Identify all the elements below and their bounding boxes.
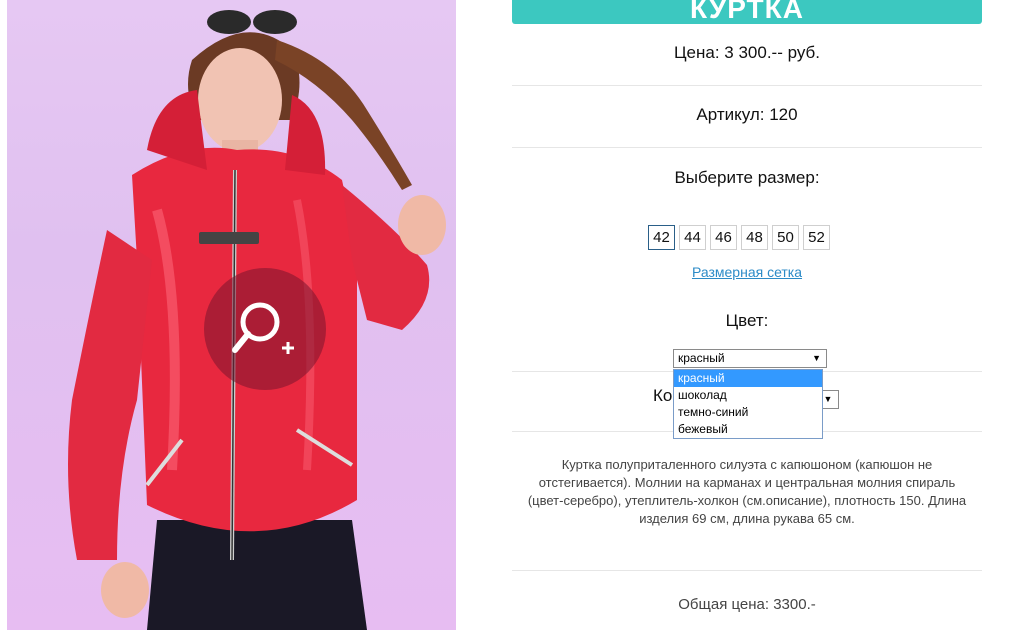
size-option-50[interactable]: 50 bbox=[772, 225, 799, 250]
size-option-52[interactable]: 52 bbox=[803, 225, 830, 250]
price: Цена: 3 300.-- руб. bbox=[673, 43, 821, 62]
zoom-in-icon bbox=[232, 302, 294, 354]
color-select[interactable]: красный ▼ bbox=[673, 349, 827, 368]
size-option-46[interactable]: 46 bbox=[710, 225, 737, 250]
color-option[interactable]: бежевый bbox=[674, 421, 822, 438]
zoom-button[interactable] bbox=[204, 268, 326, 390]
article: Артикул: 120 bbox=[696, 105, 798, 124]
quantity-label: Ко bbox=[653, 386, 673, 405]
total-price: Общая цена: 3300.- bbox=[678, 596, 816, 613]
triangle-down-icon: ▼ bbox=[823, 394, 833, 404]
size-chart-link[interactable]: Размерная сетка bbox=[512, 264, 982, 280]
color-label: Цвет: bbox=[725, 311, 769, 330]
product-details: КУРТКА Цена: 3 300.-- руб. Артикул: 120 … bbox=[512, 0, 983, 630]
product-title: КУРТКА bbox=[512, 0, 982, 24]
product-description: Куртка полуприталенного силуэта с капюшо… bbox=[527, 457, 967, 526]
color-select-value: красный bbox=[678, 351, 725, 365]
size-option-48[interactable]: 48 bbox=[741, 225, 768, 250]
color-option[interactable]: темно-синий bbox=[674, 404, 822, 421]
size-prompt: Выберите размер: bbox=[674, 168, 820, 187]
divider bbox=[512, 85, 982, 86]
divider bbox=[512, 570, 982, 571]
color-dropdown-list: красный шоколад темно-синий бежевый bbox=[673, 369, 823, 439]
divider bbox=[512, 147, 982, 148]
size-option-42[interactable]: 42 bbox=[648, 225, 675, 250]
triangle-down-icon: ▼ bbox=[812, 353, 821, 363]
color-option[interactable]: красный bbox=[674, 370, 822, 387]
size-selector: 42 44 46 48 50 52 bbox=[648, 225, 830, 250]
size-option-44[interactable]: 44 bbox=[679, 225, 706, 250]
color-option[interactable]: шоколад bbox=[674, 387, 822, 404]
product-photo[interactable] bbox=[7, 0, 456, 630]
